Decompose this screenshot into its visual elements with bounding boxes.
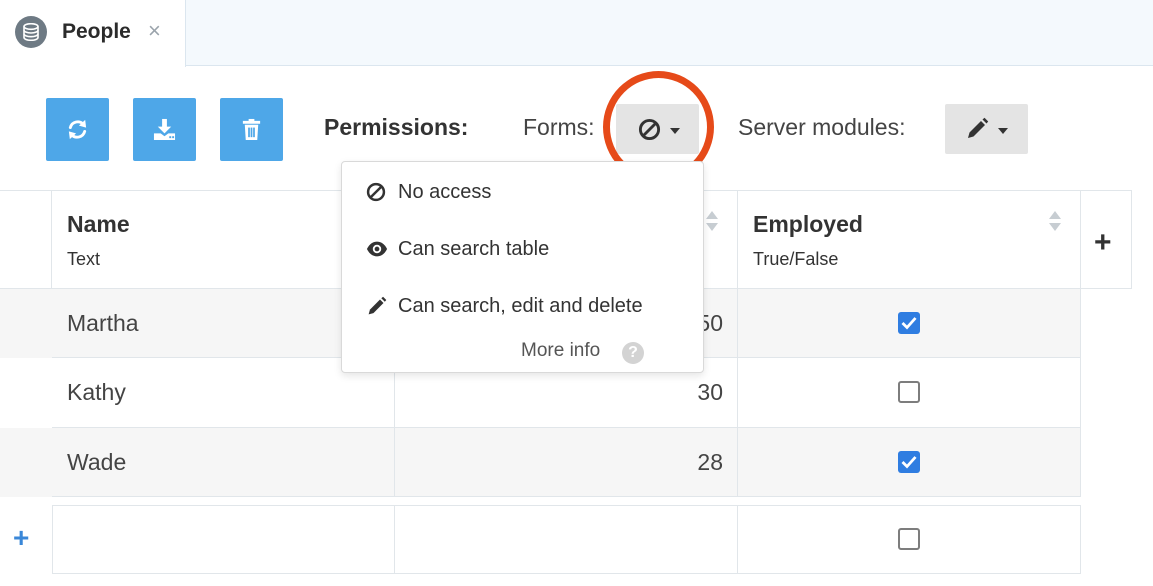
cell-value: Kathy <box>67 379 126 405</box>
permissions-label: Permissions: <box>324 114 469 140</box>
forms-permission-menu: No access Can search table Can search, e… <box>341 161 704 373</box>
server-modules-permission-dropdown[interactable] <box>945 104 1028 154</box>
column-header-employed[interactable]: Employed True/False <box>738 191 1081 289</box>
refresh-button[interactable] <box>46 98 109 161</box>
new-row-cell-employed <box>738 505 1081 574</box>
column-title: Name <box>67 211 130 237</box>
menu-item-no-access[interactable]: No access <box>342 168 703 214</box>
menu-item-label: Can search table <box>398 238 550 260</box>
new-row-cell-age[interactable] <box>395 505 738 574</box>
row-handle[interactable] <box>0 428 52 497</box>
download-button[interactable] <box>133 98 196 161</box>
pencil-icon <box>368 296 387 315</box>
caret-down-icon <box>998 128 1008 134</box>
employed-checkbox[interactable] <box>898 381 920 403</box>
add-row-icon[interactable]: + <box>13 524 29 552</box>
menu-item-can-search-edit-delete[interactable]: Can search, edit and delete <box>342 282 703 328</box>
plus-icon[interactable]: + <box>1094 228 1112 258</box>
table-cell-employed <box>738 428 1081 497</box>
tab-title: People <box>62 20 131 43</box>
delete-button[interactable] <box>220 98 283 161</box>
column-type: True/False <box>753 249 839 269</box>
employed-checkbox[interactable] <box>898 451 920 473</box>
tab-people[interactable]: People × <box>0 0 186 67</box>
close-icon[interactable]: × <box>148 18 161 44</box>
cell-value: 30 <box>697 379 723 405</box>
trash-icon <box>242 118 261 141</box>
refresh-icon <box>68 119 87 140</box>
ban-icon <box>366 182 386 202</box>
row-header-corner <box>0 191 52 289</box>
employed-checkbox[interactable] <box>898 312 920 334</box>
column-type: Text <box>67 249 101 269</box>
question-circle-icon[interactable]: ? <box>622 342 644 364</box>
pencil-icon <box>968 117 989 138</box>
cell-value: Martha <box>67 310 139 336</box>
new-row-left-border <box>52 505 53 574</box>
new-row-cell-name[interactable] <box>52 505 395 574</box>
menu-item-label: Can search, edit and delete <box>398 295 643 317</box>
employed-checkbox[interactable] <box>898 528 920 550</box>
menu-item-label: No access <box>398 181 492 203</box>
more-info-link[interactable]: More info <box>521 340 600 362</box>
table-cell-age[interactable]: 28 <box>395 428 738 497</box>
sort-icon[interactable] <box>706 211 718 231</box>
sort-icon[interactable] <box>1049 211 1061 231</box>
database-icon <box>15 16 47 48</box>
table-cell-name[interactable]: Wade <box>52 428 395 497</box>
table-cell-employed <box>738 289 1081 358</box>
download-icon <box>153 118 176 141</box>
menu-item-can-search-table[interactable]: Can search table <box>342 225 703 271</box>
cell-value: Wade <box>67 449 127 475</box>
column-title: Employed <box>753 211 863 237</box>
eye-icon <box>366 241 388 257</box>
table-cell-employed <box>738 358 1081 428</box>
cell-value: 28 <box>697 449 723 475</box>
forms-label: Forms: <box>523 114 595 140</box>
server-modules-label: Server modules: <box>738 114 906 140</box>
row-handle[interactable] <box>0 289 52 358</box>
